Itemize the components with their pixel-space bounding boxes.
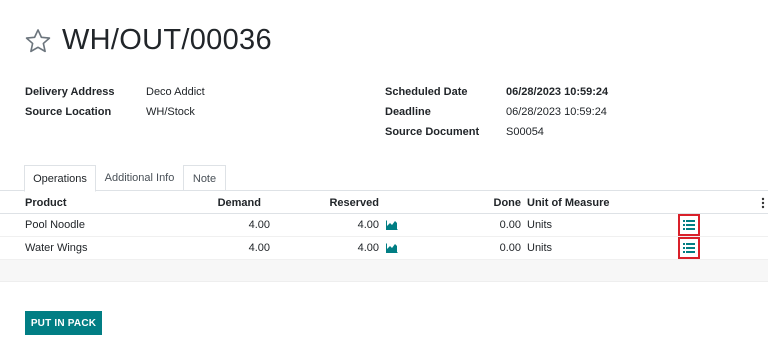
scheduled-date-value[interactable]: 06/28/2023 10:59:24	[506, 86, 608, 98]
header-reserved[interactable]: Reserved	[329, 192, 379, 213]
row-unit-of-measure: Units	[527, 219, 553, 231]
table-row[interactable]: Water Wings 4.00 4.00 0.00 Units	[0, 237, 768, 260]
vertical-dots-icon	[761, 197, 765, 208]
scheduled-date-field: Scheduled Date 06/28/2023 10:59:24	[385, 82, 608, 102]
delivery-address-field: Delivery Address Deco Addict	[25, 82, 205, 102]
row-reserved: 4.00	[357, 242, 379, 254]
row-reserved: 4.00	[357, 219, 379, 231]
star-icon[interactable]	[24, 27, 52, 55]
title-row: WH/OUT/00036	[24, 24, 272, 57]
header-unit-of-measure[interactable]: Unit of Measure	[527, 192, 610, 213]
optional-columns-toggle[interactable]	[760, 192, 766, 213]
left-fields-group: Delivery Address Deco Addict Source Loca…	[25, 82, 205, 122]
row-demand: 4.00	[248, 242, 270, 254]
empty-row	[0, 260, 768, 282]
details-button-highlight[interactable]	[678, 237, 700, 259]
tab-note[interactable]: Note	[183, 165, 226, 191]
put-in-pack-button[interactable]: PUT IN PACK	[25, 311, 102, 335]
tab-operations[interactable]: Operations	[24, 165, 96, 192]
right-fields-group: Scheduled Date 06/28/2023 10:59:24 Deadl…	[385, 82, 608, 142]
area-chart-icon	[386, 243, 398, 253]
forecast-button[interactable]	[386, 237, 398, 259]
row-done[interactable]: 0.00	[500, 237, 521, 259]
operations-table: Product Demand Reserved Done Unit of Mea…	[0, 192, 768, 282]
header-demand[interactable]: Demand	[218, 192, 261, 213]
delivery-address-label: Delivery Address	[25, 86, 115, 98]
list-icon	[683, 243, 695, 253]
source-location-label: Source Location	[25, 106, 112, 118]
deadline-field: Deadline 06/28/2023 10:59:24	[385, 102, 608, 122]
page-title: WH/OUT/00036	[62, 24, 272, 56]
header-product[interactable]: Product	[25, 192, 67, 213]
row-product: Water Wings	[25, 242, 88, 254]
deadline-value: 06/28/2023 10:59:24	[506, 106, 607, 118]
forecast-button[interactable]	[386, 214, 398, 236]
source-location-value[interactable]: WH/Stock	[146, 106, 195, 118]
row-product: Pool Noodle	[25, 219, 85, 231]
source-document-field: Source Document S00054	[385, 122, 608, 142]
source-document-label: Source Document	[385, 126, 480, 138]
source-document-value[interactable]: S00054	[506, 126, 544, 138]
table-row[interactable]: Pool Noodle 4.00 4.00 0.00 Units	[0, 214, 768, 237]
source-location-field: Source Location WH/Stock	[25, 102, 205, 122]
scheduled-date-label: Scheduled Date	[385, 86, 468, 98]
table-header: Product Demand Reserved Done Unit of Mea…	[0, 192, 768, 214]
details-button-highlight[interactable]	[678, 214, 700, 236]
tab-additional-info[interactable]: Additional Info	[96, 165, 183, 191]
delivery-address-value[interactable]: Deco Addict	[146, 86, 205, 98]
row-done[interactable]: 0.00	[500, 214, 521, 236]
details-button[interactable]	[678, 237, 700, 259]
row-demand: 4.00	[248, 219, 270, 231]
details-button[interactable]	[678, 214, 700, 236]
area-chart-icon	[386, 220, 398, 230]
list-icon	[683, 220, 695, 230]
header-done[interactable]: Done	[494, 192, 522, 213]
notebook-tabs: Operations Additional Info Note	[0, 165, 768, 192]
row-unit-of-measure: Units	[527, 242, 553, 254]
deadline-label: Deadline	[385, 106, 431, 118]
